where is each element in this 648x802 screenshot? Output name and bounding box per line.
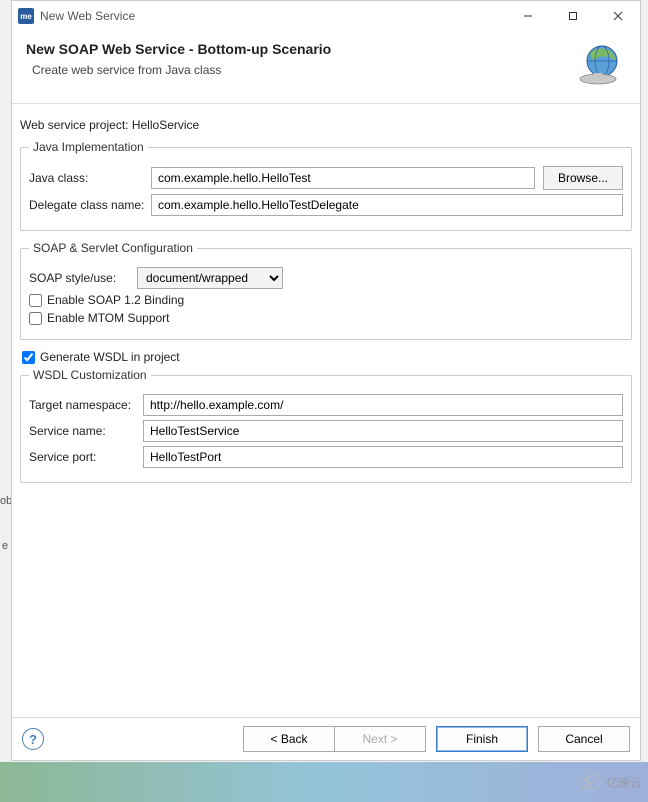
cancel-button[interactable]: Cancel <box>538 726 630 752</box>
generate-wsdl-checkbox[interactable] <box>22 351 35 364</box>
page-subtitle: Create web service from Java class <box>26 63 574 77</box>
app-icon: me <box>18 8 34 24</box>
dialog-window: me New Web Service New SOAP Web Service … <box>11 0 641 761</box>
java-class-input[interactable] <box>151 167 535 189</box>
enable-soap12-label: Enable SOAP 1.2 Binding <box>47 293 184 307</box>
soap-style-select[interactable]: document/wrapped <box>137 267 283 289</box>
watermark-text: 亿速云 <box>606 774 642 791</box>
delegate-class-input[interactable] <box>151 194 623 216</box>
finish-button[interactable]: Finish <box>436 726 528 752</box>
close-button[interactable] <box>595 1 640 31</box>
enable-soap12-checkbox[interactable] <box>29 294 42 307</box>
minimize-button[interactable] <box>505 1 550 31</box>
project-label: Web service project: <box>20 118 129 132</box>
wsdl-custom-legend: WSDL Customization <box>29 368 151 382</box>
wsdl-customization-group: WSDL Customization Target namespace: Ser… <box>20 368 632 483</box>
project-value: HelloService <box>132 118 199 132</box>
service-port-label: Service port: <box>29 450 143 464</box>
next-button: Next > <box>334 726 426 752</box>
content-area: Web service project: HelloService Java I… <box>12 104 640 717</box>
soap-style-label: SOAP style/use: <box>29 271 137 285</box>
service-port-input[interactable] <box>143 446 623 468</box>
footer: ? < Back Next > Finish Cancel <box>12 717 640 760</box>
project-line: Web service project: HelloService <box>20 118 632 132</box>
soap-config-legend: SOAP & Servlet Configuration <box>29 241 197 255</box>
java-class-label: Java class: <box>29 171 151 185</box>
java-implementation-group: Java Implementation Java class: Browse..… <box>20 140 632 231</box>
java-impl-legend: Java Implementation <box>29 140 148 154</box>
browse-button[interactable]: Browse... <box>543 166 623 190</box>
service-name-input[interactable] <box>143 420 623 442</box>
header-banner: New SOAP Web Service - Bottom-up Scenari… <box>12 31 640 104</box>
help-icon[interactable]: ? <box>22 728 44 750</box>
watermark: 亿速云 <box>576 772 642 792</box>
maximize-button[interactable] <box>550 1 595 31</box>
window-title: New Web Service <box>40 9 505 23</box>
back-button[interactable]: < Back <box>243 726 335 752</box>
generate-wsdl-label: Generate WSDL in project <box>40 350 180 364</box>
page-title: New SOAP Web Service - Bottom-up Scenari… <box>26 41 574 57</box>
soap-config-group: SOAP & Servlet Configuration SOAP style/… <box>20 241 632 340</box>
delegate-class-label: Delegate class name: <box>29 198 151 212</box>
globe-service-icon <box>574 41 622 89</box>
titlebar: me New Web Service <box>12 1 640 31</box>
enable-mtom-checkbox[interactable] <box>29 312 42 325</box>
enable-mtom-label: Enable MTOM Support <box>47 311 170 325</box>
window-controls <box>505 1 640 31</box>
bg-char: e <box>2 540 8 552</box>
target-namespace-label: Target namespace: <box>29 398 143 412</box>
service-name-label: Service name: <box>29 424 143 438</box>
target-namespace-input[interactable] <box>143 394 623 416</box>
background-decoration <box>0 762 648 802</box>
